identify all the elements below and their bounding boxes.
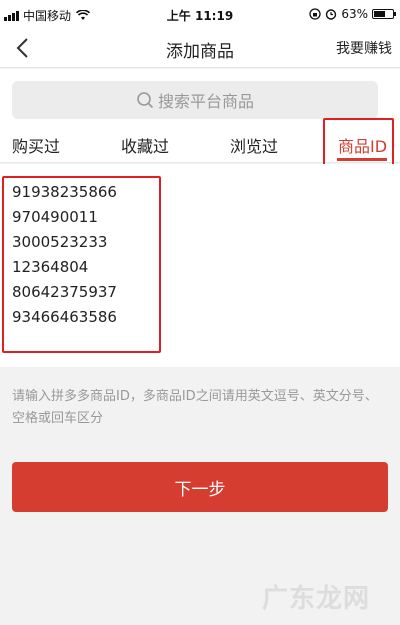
product-id-list: 91938235866 970490011 3000523233 12364804 80… [12,180,117,330]
product-id-line: 970490011 [12,208,98,226]
search-input[interactable]: 搜索平台商品 [12,81,378,119]
rotation-lock-icon [309,8,321,20]
search-icon [137,92,154,109]
tab-browsed[interactable]: 浏览过 [230,133,278,157]
alarm-icon [326,9,337,20]
watermark-logo: 广东龙网 [262,584,371,614]
battery-percent: 63% [341,7,368,21]
status-right: 63% [309,7,396,21]
tab-favorited[interactable]: 收藏过 [121,133,169,157]
input-hint: 请输入拼多多商品ID，多商品ID之间请用英文逗号、英文分号、空格或回车区分 [12,389,378,426]
nav-bar: 添加商品 我要赚钱 [0,28,400,68]
status-bar: 中国移动 上午 11:19 63% [0,0,400,28]
active-tab-indicator [337,158,387,161]
tab-bar: 购买过 收藏过 浏览过 商品ID [0,125,400,163]
search-placeholder: 搜索平台商品 [157,92,254,111]
tab-product-id[interactable]: 商品ID [338,133,387,157]
tab-purchased[interactable]: 购买过 [12,133,60,157]
product-id-line: 3000523233 [12,233,108,251]
product-id-line: 91938235866 [12,183,117,201]
search-area: 搜索平台商品 [0,69,400,125]
battery-icon [372,9,396,19]
product-id-line: 80642375937 [12,283,117,301]
product-id-line: 93466463586 [12,308,117,326]
next-step-button[interactable]: 下一步 [12,462,388,512]
product-id-line: 12364804 [12,258,89,276]
earn-money-link[interactable]: 我要赚钱 [336,38,392,58]
product-id-textarea[interactable]: 91938235866 970490011 3000523233 12364804 80… [0,164,400,367]
